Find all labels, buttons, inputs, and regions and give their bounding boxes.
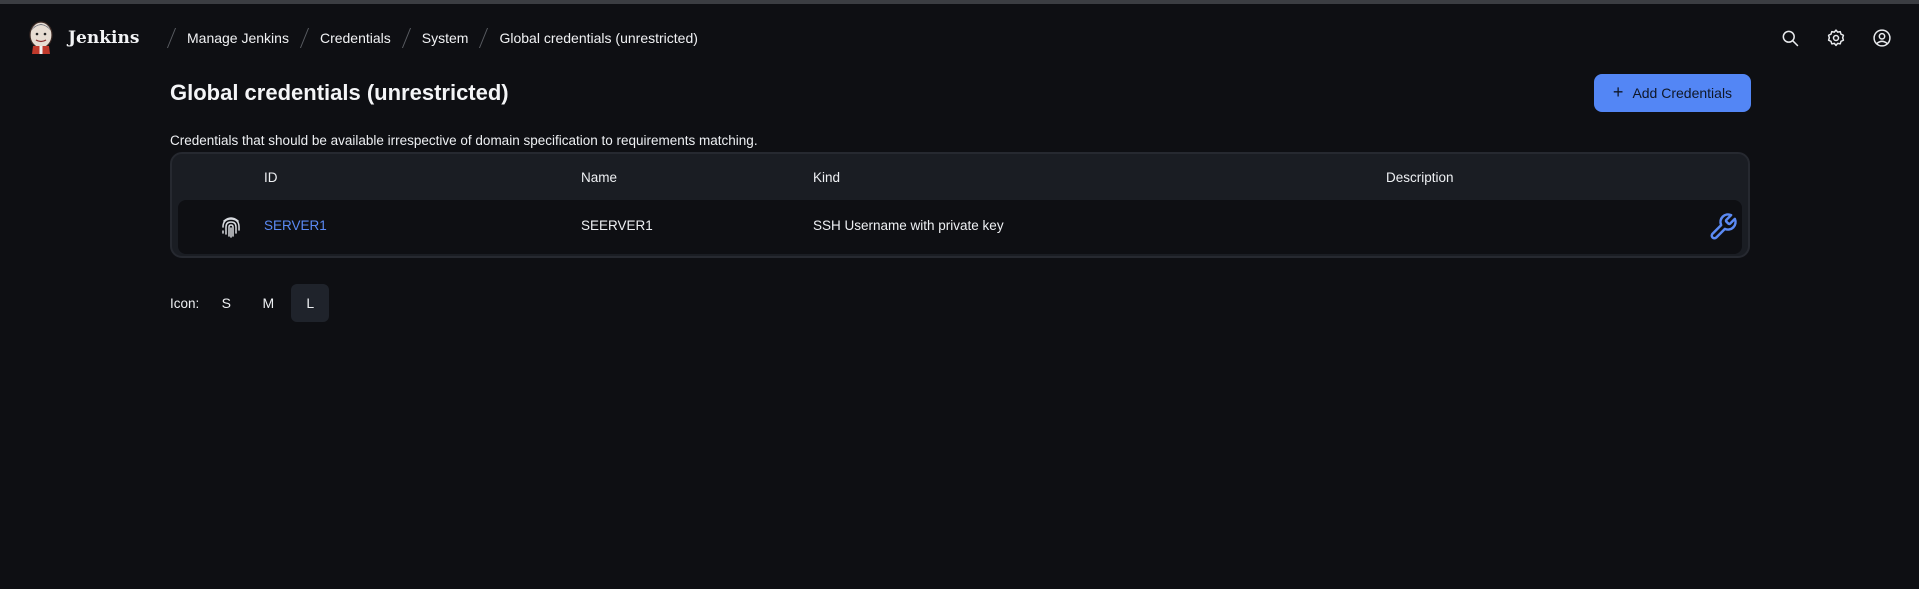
credential-name: SEERVER1: [581, 218, 653, 233]
user-icon: [1873, 29, 1891, 47]
credential-kind: SSH Username with private key: [813, 218, 1004, 233]
configure-credential-button[interactable]: [1708, 212, 1738, 242]
breadcrumb-separator: [299, 28, 309, 48]
breadcrumb-separator: [166, 28, 177, 48]
credentials-table: ID Name Kind Description SERVER1 SEERVER…: [170, 152, 1750, 258]
search-icon: [1782, 30, 1799, 47]
column-header-description: Description: [1386, 170, 1454, 185]
breadcrumb-item-system: System: [391, 28, 469, 48]
credential-id-link[interactable]: SERVER1: [264, 218, 327, 233]
icon-size-label: Icon:: [170, 295, 200, 311]
column-header-kind: Kind: [813, 170, 841, 185]
icon-size-medium[interactable]: M: [249, 284, 287, 322]
add-credentials-button[interactable]: + Add Credentials: [1594, 74, 1751, 112]
column-header-id: ID: [264, 170, 278, 185]
breadcrumb-link-credentials[interactable]: Credentials: [320, 30, 391, 46]
breadcrumb-link-system[interactable]: System: [422, 30, 469, 46]
plus-icon: +: [1612, 82, 1624, 102]
breadcrumb-link-global-credentials[interactable]: Global credentials (unrestricted): [499, 30, 697, 46]
search-button[interactable]: [1779, 27, 1801, 49]
breadcrumb-link-manage-jenkins[interactable]: Manage Jenkins: [187, 30, 289, 46]
jenkins-logo[interactable]: [26, 19, 56, 55]
top-header: Jenkins Manage Jenkins Credentials Syste…: [0, 4, 1919, 70]
column-header-name: Name: [581, 170, 618, 185]
breadcrumb-separator: [479, 28, 489, 48]
breadcrumb-separator: [401, 28, 411, 48]
gear-icon: [1827, 29, 1845, 47]
fingerprint-icon: [220, 215, 242, 239]
user-button[interactable]: [1871, 27, 1893, 49]
table-row: SERVER1 SEERVER1 SSH Username with priva…: [178, 200, 1742, 254]
icon-size-small[interactable]: S: [207, 284, 245, 322]
header-actions: [1779, 27, 1893, 49]
page-description: Credentials that should be available irr…: [170, 133, 758, 148]
breadcrumb-item-manage-jenkins: Manage Jenkins: [156, 28, 289, 48]
breadcrumb: Manage Jenkins Credentials System Global…: [156, 28, 698, 48]
breadcrumb-item-credentials: Credentials: [289, 28, 391, 48]
brand-name[interactable]: Jenkins: [68, 28, 139, 48]
page-title: Global credentials (unrestricted): [170, 80, 509, 105]
breadcrumb-item-global-credentials: Global credentials (unrestricted): [468, 28, 698, 48]
icon-size-selector: Icon: S M L: [170, 284, 330, 322]
icon-size-large[interactable]: L: [291, 284, 330, 322]
settings-button[interactable]: [1825, 27, 1847, 49]
add-credentials-label: Add Credentials: [1632, 85, 1733, 101]
wrench-icon: [1710, 213, 1737, 240]
